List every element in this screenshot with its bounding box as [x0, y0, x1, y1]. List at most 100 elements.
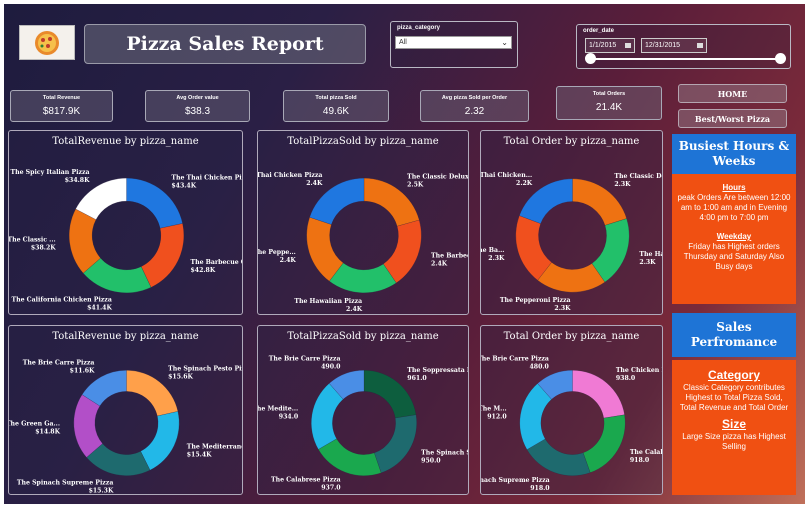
category-slicer: pizza_category All ⌄	[390, 21, 518, 68]
slice-value-label: 2.4K	[280, 257, 297, 264]
slice-label: The Soppressata Pizza	[407, 367, 469, 374]
donut-chart-sold-top: The Classic Deluxe Pi...2.5K The Barbec..…	[258, 172, 469, 313]
hours-heading: Hours	[722, 183, 746, 192]
best-worst-pizza-button[interactable]: Best/Worst Pizza	[678, 109, 787, 128]
dashboard: Pizza Sales Report pizza_category All ⌄ …	[4, 4, 805, 504]
slice-label: The Thai Chicken Pizza	[258, 172, 322, 179]
slice-value-label: $43.4K	[171, 183, 196, 190]
slice-label: The Hawaiian Pizza	[294, 298, 362, 305]
category-dropdown[interactable]: All ⌄	[395, 36, 512, 49]
slice-label: The Thai Chicken...	[481, 172, 532, 179]
page-title: Pizza Sales Report	[84, 24, 366, 64]
donut-slice[interactable]	[140, 411, 180, 471]
slice-value-label: 918.0	[530, 485, 550, 492]
end-date-input[interactable]: 12/31/2015	[641, 38, 707, 53]
donut-slice[interactable]	[140, 223, 185, 288]
date-range-track	[587, 58, 779, 60]
slice-value-label: 912.0	[487, 414, 507, 421]
slice-value-label: 490.0	[321, 363, 341, 370]
donut-chart-revenue-bottom: The Spinach Pesto Pizza$15.6K The Mediter…	[9, 359, 243, 494]
kpi-total-orders: Total Orders 21.4K	[556, 86, 662, 120]
slice-value-label: 2.2K	[516, 180, 533, 187]
start-date-input[interactable]: 1/1/2015	[585, 38, 635, 53]
slice-label: The M...	[481, 406, 507, 413]
slice-label: The Classic ...	[9, 237, 56, 244]
donut-chart-revenue-top: The Thai Chicken Pizza$43.4K The Barbecue…	[9, 169, 243, 311]
end-date-value: 12/31/2015	[645, 42, 681, 49]
sales-info: Category Classic Category contributes Hi…	[672, 360, 796, 495]
slice-label: The Spinach Su...	[421, 449, 469, 456]
size-text: Large Size pizza has Highest Selling	[682, 432, 786, 451]
slice-label: The Chicken Pest...	[616, 367, 663, 374]
slice-value-label: $15.6K	[168, 373, 193, 380]
slice-label: The Medite...	[258, 405, 298, 412]
slice-value-label: 938.0	[616, 375, 636, 382]
slice-label: The Brie Carre Pizza	[269, 355, 341, 362]
slice-label: The Thai Chicken Pizza	[171, 175, 243, 182]
slice-label: The Pepperoni Pizza	[500, 297, 571, 304]
kpi-label: Total Orders	[592, 91, 626, 97]
donut-slice[interactable]	[373, 414, 417, 474]
donut-slice[interactable]	[582, 414, 626, 473]
kpi-value: $38.3	[184, 106, 211, 117]
kpi-avg-pizza-per-order: Avg pizza Sold per Order 2.32	[420, 90, 529, 122]
slice-value-label: $34.8K	[65, 177, 90, 184]
weekday-text: Friday has Highest orders Thursday and S…	[683, 242, 785, 271]
slice-value-label: 2.3K	[488, 255, 505, 262]
slice-value-label: 918.0	[630, 457, 650, 464]
slice-value-label: $15.4K	[187, 452, 212, 459]
slice-value-label: $42.8K	[190, 267, 215, 274]
category-slicer-label: pizza_category	[397, 25, 441, 31]
date-range-end-handle[interactable]	[775, 53, 786, 64]
kpi-avg-order-value: Avg Order value $38.3	[145, 90, 250, 122]
slice-label: The Spinach Pesto Pizza	[168, 365, 243, 372]
kpi-value: 2.32	[464, 106, 485, 117]
date-range-start-handle[interactable]	[585, 53, 596, 64]
slice-label: The Classic Delux...	[614, 173, 663, 180]
kpi-label: Avg pizza Sold per Order	[441, 95, 508, 101]
donut-slice[interactable]	[318, 438, 382, 476]
slice-label: The Mediterranean...	[187, 444, 243, 451]
slice-value-label: $41.4K	[87, 304, 112, 311]
calendar-icon	[697, 43, 703, 48]
kpi-value: $817.9K	[42, 106, 81, 117]
slice-value-label: 950.0	[421, 457, 441, 464]
busiest-title: Busiest Hours & Weeks	[672, 134, 796, 174]
slice-value-label: 2.3K	[554, 305, 571, 312]
slice-value-label: 480.0	[529, 363, 549, 370]
chart-panel-2: Total Order by pizza_name The Classic De…	[480, 130, 663, 315]
kpi-label: Total pizza Sold	[315, 95, 357, 101]
donut-chart-sold-bottom: The Soppressata Pizza961.0 The Spinach Su…	[258, 355, 469, 491]
chart-panel-1: TotalPizzaSold by pizza_name The Classic…	[257, 130, 469, 315]
size-heading: Size	[721, 417, 746, 431]
home-button[interactable]: HOME	[678, 84, 787, 103]
chart-panel-5: Total Order by pizza_name The Chicken Pe…	[480, 325, 663, 495]
category-dropdown-value: All	[399, 39, 407, 46]
chart-panel-0: TotalRevenue by pizza_name The Thai Chic…	[8, 130, 243, 315]
slice-value-label: $15.3K	[89, 487, 114, 494]
slice-label: The Spinach Supreme Pizza	[17, 479, 113, 486]
slice-label: The Calabrese Pizza	[271, 477, 341, 484]
date-slicer: order_date 1/1/2015 12/31/2015	[576, 24, 791, 69]
chart-panel-3: TotalRevenue by pizza_name The Spinach P…	[8, 325, 243, 495]
pizza-logo	[19, 25, 75, 60]
slice-label: The Ba...	[481, 247, 504, 254]
slice-value-label: 2.3K	[639, 259, 656, 266]
slice-label: The Brie Carre Pizza	[23, 359, 95, 366]
slice-value-label: $14.8K	[35, 429, 60, 436]
donut-chart-orders-bottom: The Chicken Pest...938.0The Calabre...91…	[481, 355, 663, 492]
slice-value-label: 2.4K	[346, 306, 363, 313]
start-date-value: 1/1/2015	[589, 42, 617, 49]
busiest-info: Hours peak Orders Are between 12:00 am t…	[672, 174, 796, 304]
slice-value-label: 2.4K	[431, 260, 448, 267]
kpi-total-revenue: Total Revenue $817.9K	[10, 90, 113, 122]
hours-text: peak Orders Are between 12:00 am to 1:00…	[677, 193, 791, 222]
slice-value-label: 2.5K	[407, 181, 424, 188]
slice-label: The Barbecue Ch...	[190, 259, 243, 266]
slice-value-label: 934.0	[279, 413, 299, 420]
sales-title: Sales Perfromance	[672, 313, 796, 357]
weekday-heading: Weekday	[716, 232, 752, 241]
donut-slice[interactable]	[526, 438, 591, 476]
slice-label: The Classic Deluxe Pi...	[407, 173, 469, 180]
kpi-total-pizza-sold: Total pizza Sold 49.6K	[283, 90, 389, 122]
